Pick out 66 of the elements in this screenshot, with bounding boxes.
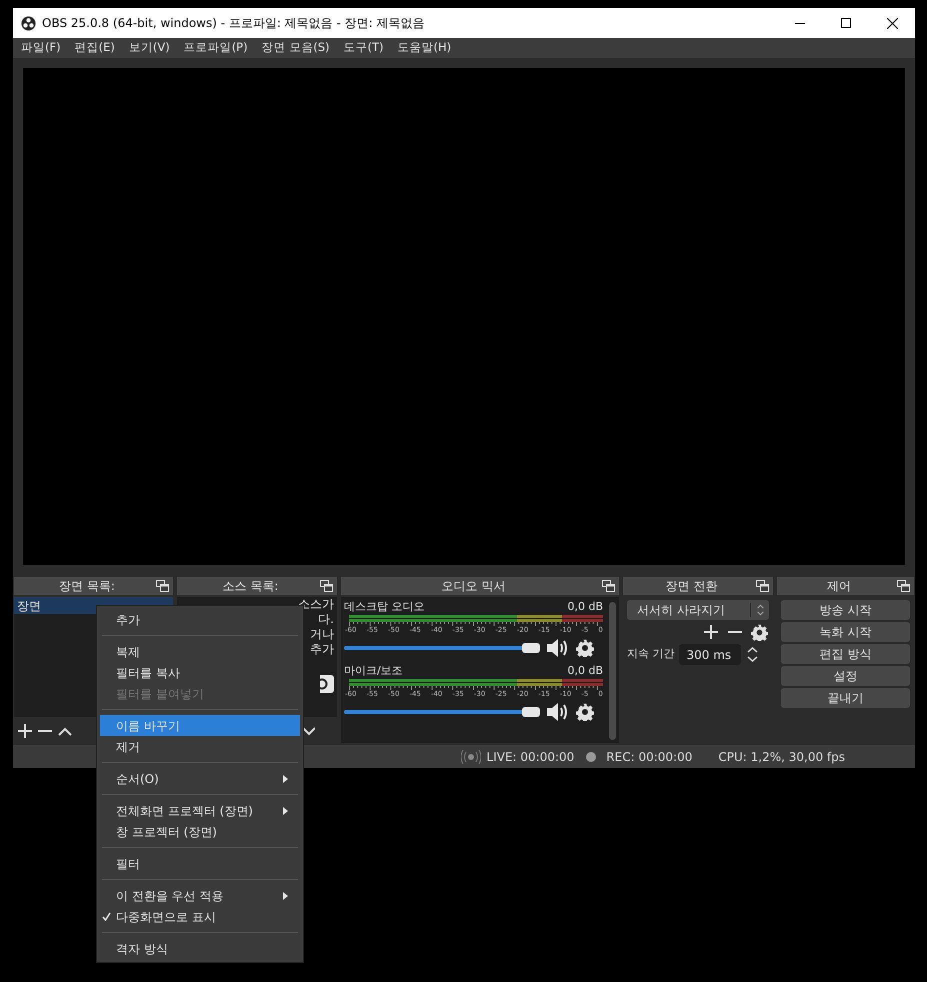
menu-item[interactable]: 격자 방식: [100, 938, 300, 959]
close-icon: [886, 18, 898, 28]
undock-icon[interactable]: [756, 580, 769, 592]
chevron-down-icon[interactable]: [303, 726, 315, 736]
checkmark-icon: [102, 912, 111, 921]
source-hint-text: 추가: [310, 642, 334, 657]
add-icon[interactable]: [17, 723, 33, 739]
source-hint-text: 다.: [318, 612, 334, 627]
control-button[interactable]: 방송 시작: [781, 600, 910, 620]
menu-item[interactable]: 전체화면 프로젝터 (장면): [100, 800, 300, 821]
menu-item[interactable]: 편집(E): [74, 39, 115, 57]
rec-status: REC: 00:00:00: [606, 748, 692, 766]
menu-item[interactable]: 제거: [100, 736, 300, 757]
transition-select[interactable]: 서서히 사라지기: [627, 600, 769, 620]
channel-reading: 0,0 dB: [567, 598, 603, 615]
menu-item[interactable]: 필터: [100, 853, 300, 874]
broadcast-icon: [460, 750, 481, 764]
menu-item[interactable]: 도구(T): [344, 39, 384, 57]
menu-item[interactable]: 필터를 복사: [100, 662, 300, 683]
channel-reading: 0,0 dB: [567, 662, 603, 679]
menu-item[interactable]: 복제: [100, 641, 300, 662]
app-logo-icon: [21, 16, 36, 30]
control-button[interactable]: 녹화 시작: [781, 622, 910, 642]
dock-title: 장면 목록:: [58, 578, 116, 595]
speaker-icon[interactable]: [546, 702, 570, 722]
dock-title: 장면 전환: [664, 578, 718, 595]
menu-item[interactable]: 순서(O): [100, 768, 300, 789]
menu-item[interactable]: 다중화면으로 표시: [100, 906, 300, 927]
control-button[interactable]: 설정: [781, 666, 910, 686]
submenu-arrow-icon: [283, 774, 288, 782]
dock-title: 오디오 믹서: [440, 578, 506, 595]
menu-item[interactable]: 장면 모음(S): [262, 39, 330, 57]
live-status: LIVE: 00:00:00: [486, 748, 574, 766]
menu-item[interactable]: 보기(V): [128, 39, 170, 57]
gear-icon[interactable]: [751, 624, 768, 640]
dock-title: 소스 목록:: [222, 578, 280, 595]
undock-icon[interactable]: [897, 580, 910, 592]
speaker-icon[interactable]: [546, 638, 570, 658]
menu-item[interactable]: 프로파일(P): [184, 39, 248, 57]
cpu-status: CPU: 1,2%, 30,00 fps: [718, 748, 845, 766]
scrollbar[interactable]: [609, 602, 616, 740]
duration-field[interactable]: 300 ms: [678, 644, 740, 665]
undock-icon[interactable]: [602, 580, 615, 592]
control-button[interactable]: 끝내기: [781, 688, 910, 708]
control-button[interactable]: 편집 방식: [781, 644, 910, 664]
add-icon[interactable]: [703, 624, 719, 640]
channel-name: 데스크탑 오디오: [344, 598, 424, 615]
window-title: OBS 25.0.8 (64-bit, windows) - 프로파일: 제목없음 - 장면: 제목없음: [42, 15, 426, 32]
submenu-arrow-icon: [283, 892, 288, 900]
menu-item[interactable]: 이 전환을 우선 적용: [100, 885, 300, 906]
menu-item[interactable]: 창 프로젝터 (장면): [100, 821, 300, 842]
volume-slider[interactable]: [344, 642, 540, 654]
duration-label: 지속 기간: [627, 646, 674, 662]
gear-icon[interactable]: [576, 639, 594, 657]
source-hint-text: 거나: [310, 627, 334, 642]
undock-icon[interactable]: [320, 580, 333, 592]
menu-item[interactable]: 도움말(H): [398, 39, 452, 57]
spin-arrows-icon[interactable]: [744, 644, 760, 665]
gear-icon[interactable]: [576, 703, 594, 721]
submenu-arrow-icon: [283, 806, 288, 814]
volume-slider[interactable]: [344, 706, 540, 718]
menu-item[interactable]: 파일(F): [21, 39, 61, 57]
undock-icon[interactable]: [156, 580, 169, 592]
channel-name: 마이크/보조: [344, 662, 403, 679]
dock-title: 제어: [826, 578, 852, 595]
record-dot-icon: [586, 752, 596, 762]
